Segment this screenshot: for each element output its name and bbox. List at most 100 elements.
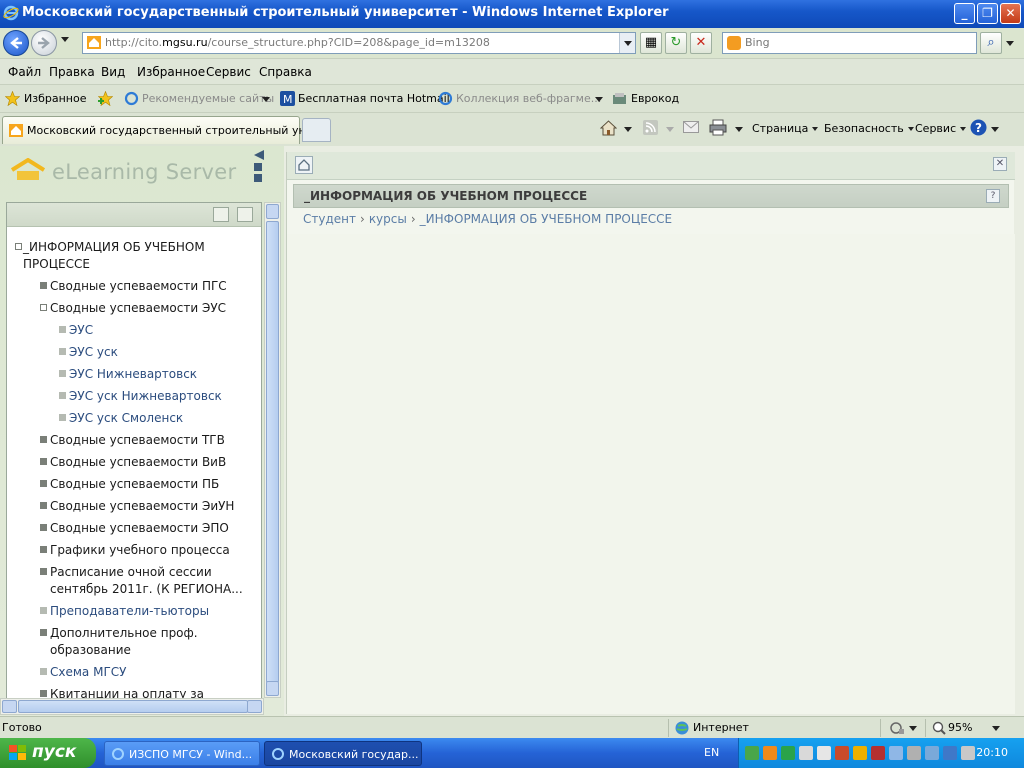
home-icon[interactable] xyxy=(600,119,617,136)
tree-node-label[interactable]: ЭУС Нижневартовск xyxy=(69,366,197,383)
help-icon[interactable]: ? xyxy=(986,189,1000,203)
tray-icon[interactable] xyxy=(763,746,777,760)
tray-icon[interactable] xyxy=(817,746,831,760)
tree-node[interactable]: ЭУС уск Нижневартовск xyxy=(7,388,261,410)
tree-node-label[interactable]: Сводные успеваемости ЭиУН xyxy=(50,498,234,515)
tree-collapsed-icon[interactable] xyxy=(40,502,47,509)
restore-button[interactable]: ❐ xyxy=(977,3,998,24)
suggested-sites-dropdown-icon[interactable] xyxy=(262,97,270,102)
web-slices-link[interactable]: Коллекция веб-фрагме... xyxy=(456,92,601,105)
address-input[interactable]: http://cito.mgsu.ru/course_structure.php… xyxy=(82,32,636,54)
tray-icon[interactable] xyxy=(943,746,957,760)
search-tree-icon[interactable] xyxy=(213,207,229,222)
breadcrumb-courses[interactable]: курсы xyxy=(369,212,407,226)
tree-node[interactable]: Схема МГСУ xyxy=(7,664,261,686)
tray-icon[interactable] xyxy=(835,746,849,760)
search-button[interactable]: ⌕ xyxy=(980,32,1002,54)
tree-expanded-icon[interactable] xyxy=(40,304,47,311)
tree-collapsed-icon[interactable] xyxy=(40,282,47,289)
tree-node-label[interactable]: Сводные успеваемости ВиВ xyxy=(50,454,226,471)
menu-edit[interactable]: Правка xyxy=(49,65,95,79)
tree-collapsed-icon[interactable] xyxy=(40,458,47,465)
print-dropdown-icon[interactable] xyxy=(735,127,743,132)
tree-node-label[interactable]: Расписание очной сессии xyxy=(50,564,212,581)
taskbar-item-2[interactable]: Московский государ... xyxy=(264,741,422,766)
tree-node-label[interactable]: Схема МГСУ xyxy=(50,664,126,681)
tree-node-label[interactable]: _ИНФОРМАЦИЯ ОБ УЧЕБНОМ xyxy=(23,239,205,256)
search-options-icon[interactable] xyxy=(1006,41,1014,46)
tray-icon[interactable] xyxy=(853,746,867,760)
tree-node[interactable]: Сводные успеваемости ЭиУН xyxy=(7,498,261,520)
tree-expanded-icon[interactable] xyxy=(15,243,22,250)
close-window-button[interactable]: ✕ xyxy=(1000,3,1021,24)
scroll-up-icon[interactable] xyxy=(266,204,279,219)
feeds-icon[interactable] xyxy=(643,120,658,135)
favorites-button[interactable]: Избранное xyxy=(24,92,86,105)
scroll-down-icon[interactable] xyxy=(266,681,279,696)
tree-node[interactable]: Сводные успеваемости ТГВ xyxy=(7,432,261,454)
home-dropdown-icon[interactable] xyxy=(624,127,632,132)
new-tab-button[interactable] xyxy=(302,118,331,142)
suggested-sites-link[interactable]: Рекомендуемые сайты xyxy=(142,92,274,105)
tree-node[interactable]: Сводные успеваемости ПГС xyxy=(7,278,261,300)
menu-file[interactable]: Файл xyxy=(8,65,41,79)
menu-favorites[interactable]: Избранное xyxy=(137,65,205,79)
tree-collapsed-icon[interactable] xyxy=(40,568,47,575)
tree-options-icon[interactable] xyxy=(237,207,253,222)
compatibility-view-button[interactable]: ▦ xyxy=(640,32,662,54)
tree-node[interactable]: Сводные успеваемости ВиВ xyxy=(7,454,261,476)
toggle-icon[interactable] xyxy=(254,174,262,182)
tree-node-label-line2[interactable]: образование xyxy=(50,642,131,659)
breadcrumb-current[interactable]: _ИНФОРМАЦИЯ ОБ УЧЕБНОМ ПРОЦЕССЕ xyxy=(420,212,672,226)
add-favorite-icon[interactable] xyxy=(98,91,113,106)
scroll-left-icon[interactable] xyxy=(2,700,17,713)
tray-icon[interactable] xyxy=(799,746,813,760)
tree-node[interactable]: ЭУС уск xyxy=(7,344,261,366)
forward-button[interactable] xyxy=(31,30,57,56)
tree-node[interactable]: Графики учебного процесса xyxy=(7,542,261,564)
protected-mode-dropdown-icon[interactable] xyxy=(909,726,917,731)
collapse-sidebar-icon[interactable] xyxy=(254,150,264,160)
history-dropdown-icon[interactable] xyxy=(61,37,69,42)
menu-help[interactable]: Справка xyxy=(259,65,312,79)
tray-icon[interactable] xyxy=(781,746,795,760)
tree-collapsed-icon[interactable] xyxy=(40,436,47,443)
feeds-dropdown-icon[interactable] xyxy=(666,127,674,132)
safety-menu[interactable]: Безопасность xyxy=(824,122,914,135)
volume-icon[interactable] xyxy=(871,746,885,760)
help-dropdown-icon[interactable] xyxy=(991,127,999,132)
tree-horizontal-scrollbar[interactable] xyxy=(0,698,264,715)
scroll-right-icon[interactable] xyxy=(247,700,262,713)
print-icon[interactable] xyxy=(709,119,727,136)
tree-node-label[interactable]: Дополнительное проф. xyxy=(50,625,198,642)
tray-icon[interactable] xyxy=(925,746,939,760)
refresh-button[interactable]: ↻ xyxy=(665,32,687,54)
start-button[interactable]: пуск xyxy=(0,738,96,768)
eurocode-link[interactable]: Еврокод xyxy=(631,92,679,105)
tab-active[interactable]: Московский государственный строительный … xyxy=(2,116,330,144)
tray-icon[interactable] xyxy=(907,746,921,760)
tree-node-label[interactable]: Сводные успеваемости ПБ xyxy=(50,476,219,493)
tree-collapsed-icon[interactable] xyxy=(40,690,47,697)
menu-tools[interactable]: Сервис xyxy=(206,65,251,79)
tree-node[interactable]: _ИНФОРМАЦИЯ ОБ УЧЕБНОМ ПРОЦЕССЕ xyxy=(7,239,261,278)
tree-node-label[interactable]: Сводные успеваемости ЭПО xyxy=(50,520,229,537)
tree-node-label[interactable]: ЭУС уск Нижневартовск xyxy=(69,388,222,405)
tree-node[interactable]: ЭУС уск Смоленск xyxy=(7,410,261,432)
tree-node[interactable]: Расписание очной сессии сентябрь 2011г. (… xyxy=(7,564,261,603)
help-icon[interactable]: ? xyxy=(970,119,987,136)
search-input[interactable]: Bing xyxy=(722,32,977,54)
tree-node[interactable]: Дополнительное проф. образование xyxy=(7,625,261,664)
mail-icon[interactable] xyxy=(683,121,699,133)
taskbar-item-1[interactable]: ИЗСПО МГСУ - Wind... xyxy=(104,741,260,766)
tree-node[interactable]: ЭУС xyxy=(7,322,261,344)
tree-node[interactable]: Сводные успеваемости ПБ xyxy=(7,476,261,498)
tree-vertical-scrollbar[interactable] xyxy=(264,202,281,698)
tray-icon[interactable] xyxy=(961,746,975,760)
tree-node-label[interactable]: Сводные успеваемости ПГС xyxy=(50,278,227,295)
tools-menu[interactable]: Сервис xyxy=(915,122,967,135)
tree-node-label[interactable]: ЭУС уск Смоленск xyxy=(69,410,183,427)
address-dropdown-button[interactable] xyxy=(619,33,635,53)
tree-node-label[interactable]: ЭУС xyxy=(69,322,93,339)
minimize-button[interactable]: _ xyxy=(954,3,975,24)
